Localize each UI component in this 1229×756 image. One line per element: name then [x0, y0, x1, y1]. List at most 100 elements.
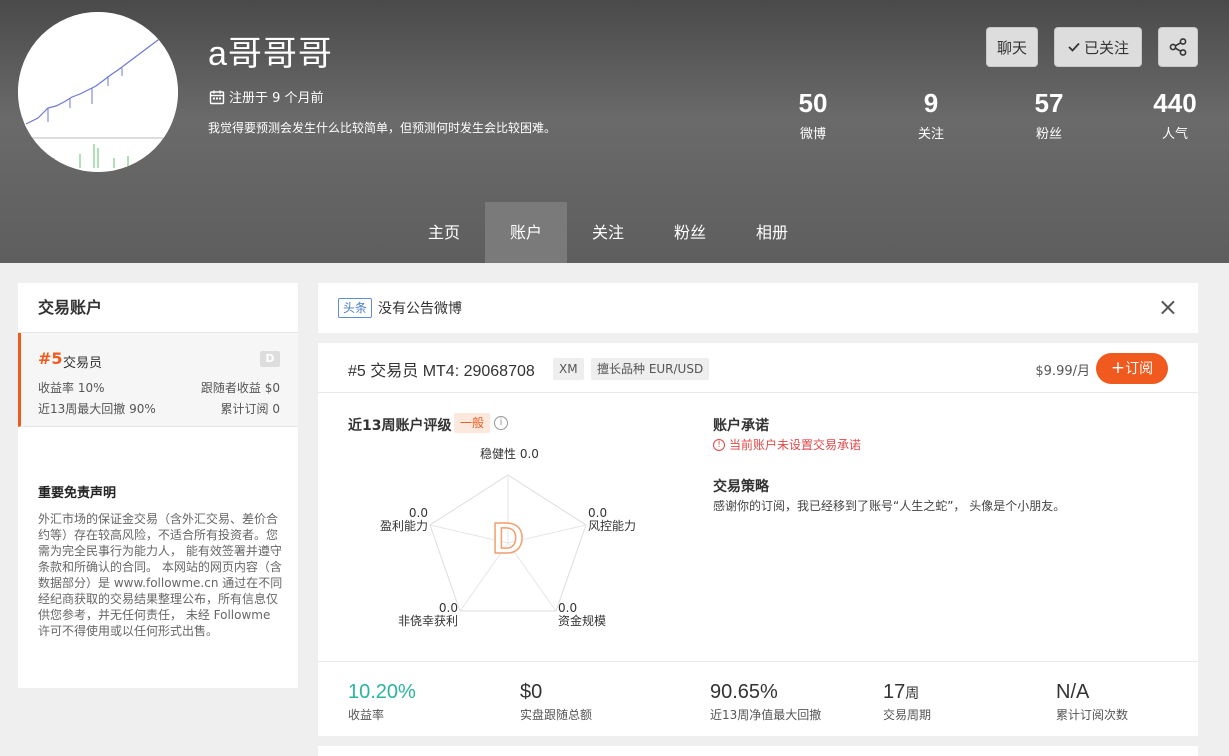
max-drawdown: 近13周最大回撤 90%: [38, 402, 156, 416]
metric-period-number: 17: [883, 681, 906, 703]
stat-following-value: 9: [923, 88, 939, 118]
stat-popularity[interactable]: 440 人气: [1135, 88, 1215, 142]
strategy-title: 交易策略: [713, 479, 769, 495]
check-icon: [1068, 42, 1080, 52]
share-button[interactable]: [1158, 27, 1198, 67]
bio: 我觉得要预测会发生什么比较简单，但预测何时发生会比较困难。: [208, 121, 557, 135]
account-detail-card: #5 交易员 MT4: 29068708 XM 擅长品种 EUR/USD $9.…: [318, 343, 1198, 736]
account-yield: 收益率 10%: [38, 381, 105, 395]
metric-yield-label: 收益率: [348, 708, 385, 722]
subscribe-button[interactable]: +订阅: [1096, 353, 1168, 384]
subscribe-label: 订阅: [1125, 361, 1154, 377]
profile-header: a哥哥哥 注册于 9 个月前 我觉得要预测会发生什么比较简单，但预测何时发生会比…: [0, 0, 1229, 263]
radar-label-profit: 0.0 盈利能力: [368, 507, 428, 533]
metric-follow-total-value: $0: [520, 681, 543, 703]
tab-following[interactable]: 关注: [567, 202, 649, 263]
radar-risk-label: 风控能力: [588, 519, 637, 533]
radar-stability-value: 0.0: [519, 447, 539, 461]
rating-badge: 一般: [454, 413, 491, 433]
promise-warning: ! 当前账户未设置交易承诺: [713, 436, 861, 453]
account-title: #5 交易员 MT4: 29068708: [348, 357, 535, 381]
radar-stability-label: 稳健性: [480, 447, 517, 461]
account-role: 交易员: [63, 356, 103, 371]
metric-subscriptions: N/A 累计订阅次数: [1056, 681, 1128, 723]
account-title-text: 交易员 MT4: 29068708: [370, 363, 535, 380]
info-icon[interactable]: i: [494, 416, 508, 430]
disclaimer-title: 重要免责声明: [38, 486, 117, 501]
radar-label-risk: 0.0 风控能力: [588, 507, 636, 533]
registration-info: 注册于 9 个月前: [209, 87, 324, 106]
headline-tag: 头条: [338, 298, 373, 318]
close-icon[interactable]: ×: [1158, 295, 1178, 319]
metric-drawdown-value: 90.65%: [710, 681, 778, 703]
trading-accounts-sidebar: 交易账户 #5 交易员 D 收益率 10% 跟随者收益 $0 近13周最大回撤 …: [18, 283, 298, 688]
metric-yield-value: 10.20%: [348, 681, 416, 703]
avatar[interactable]: [18, 12, 178, 172]
stat-following[interactable]: 9 关注: [891, 88, 971, 142]
grade-badge: D: [260, 351, 280, 367]
calendar-icon: [209, 90, 225, 104]
tab-followers[interactable]: 粉丝: [649, 202, 731, 263]
follow-button[interactable]: 已关注: [1054, 27, 1142, 67]
avatar-equity-chart-image: [18, 12, 178, 172]
metric-subscriptions-value: N/A: [1056, 681, 1090, 703]
rating-title: 近13周账户评级: [348, 418, 452, 434]
disclaimer-text: 外汇市场的保证金交易（含外汇交易、差价合约等）存在较高风险，不适合所有投资者。您…: [38, 512, 283, 638]
radar-luck-label: 非侥幸获利: [398, 614, 459, 628]
stat-popularity-value: 440: [1153, 88, 1197, 118]
metric-follow-total: $0 实盘跟随总额: [520, 681, 592, 723]
metric-period-value: 17周: [883, 681, 931, 704]
sidebar-account-item[interactable]: #5 交易员 D 收益率 10% 跟随者收益 $0 近13周最大回撤 90% 累…: [18, 333, 298, 427]
sidebar-title: 交易账户: [18, 283, 298, 333]
tab-album[interactable]: 相册: [731, 202, 813, 263]
stat-followers-value: 57: [1034, 88, 1064, 118]
metric-period-label: 交易周期: [883, 708, 932, 722]
account-rank: #5: [38, 349, 63, 368]
promise-warning-text: 当前账户未设置交易承诺: [729, 438, 862, 452]
chat-button[interactable]: 聊天: [986, 27, 1038, 67]
strategy-text: 感谢你的订阅，我已经移到了账号“人生之蛇”， 头像是个小朋友。: [713, 499, 1066, 513]
share-icon: [1169, 38, 1187, 56]
grade-letter: D: [491, 514, 524, 564]
account-header: #5 交易员 MT4: 29068708 XM 擅长品种 EUR/USD $9.…: [318, 343, 1198, 393]
profile-stats: 50 微博 9 关注 57 粉丝 440 人气: [760, 88, 1229, 148]
plus-icon: +: [1110, 358, 1126, 378]
subscription-count: 累计订阅 0: [220, 402, 280, 416]
registration-text: 注册于 9 个月前: [229, 91, 324, 106]
broker-chip: XM: [553, 358, 584, 380]
account-metrics: 10.20% 收益率 $0 实盘跟随总额 90.65% 近13周净值最大回撤 1…: [318, 661, 1198, 736]
promise-title: 账户承诺: [713, 418, 769, 434]
metric-yield: 10.20% 收益率: [348, 681, 416, 723]
subscription-price: $9.99/月: [1035, 364, 1090, 379]
stat-followers-label: 粉丝: [1035, 127, 1062, 142]
tab-home[interactable]: 主页: [403, 202, 485, 263]
account-rank-main: #5: [348, 363, 366, 380]
stat-posts-label: 微博: [799, 127, 826, 142]
stat-popularity-label: 人气: [1161, 127, 1188, 142]
stat-posts[interactable]: 50 微博: [773, 88, 853, 142]
announcement-text: 没有公告微博: [378, 301, 463, 317]
warning-icon: !: [713, 438, 725, 451]
follower-profit: 跟随者收益 $0: [200, 381, 280, 395]
radar-label-luck: 0.0 非侥幸获利: [398, 602, 458, 628]
radar-scale-label: 资金规模: [558, 614, 607, 628]
follow-button-label: 已关注: [1083, 38, 1129, 57]
tab-account[interactable]: 账户: [485, 202, 567, 263]
metric-subscriptions-label: 累计订阅次数: [1056, 708, 1129, 722]
chat-button-label: 聊天: [996, 38, 1027, 57]
profile-nav: 主页 账户 关注 粉丝 相册: [0, 202, 1229, 263]
radar-label-scale: 0.0 资金规模: [558, 602, 606, 628]
username: a哥哥哥: [208, 35, 333, 73]
specialty-chip: 擅长品种 EUR/USD: [591, 358, 710, 380]
radar-profit-label: 盈利能力: [379, 519, 428, 533]
next-card-edge: [318, 746, 1198, 756]
metric-drawdown-label: 近13周净值最大回撤: [710, 708, 822, 722]
stat-followers[interactable]: 57 粉丝: [1009, 88, 1089, 142]
metric-follow-total-label: 实盘跟随总额: [520, 708, 593, 722]
stat-following-label: 关注: [917, 127, 944, 142]
metric-drawdown: 90.65% 近13周净值最大回撤: [710, 681, 821, 723]
radar-label-stability: 稳健性 0.0: [480, 448, 539, 461]
metric-period: 17周 交易周期: [883, 681, 931, 723]
announcement-bar: 头条 没有公告微博 ×: [318, 283, 1198, 333]
stat-posts-value: 50: [798, 88, 828, 118]
